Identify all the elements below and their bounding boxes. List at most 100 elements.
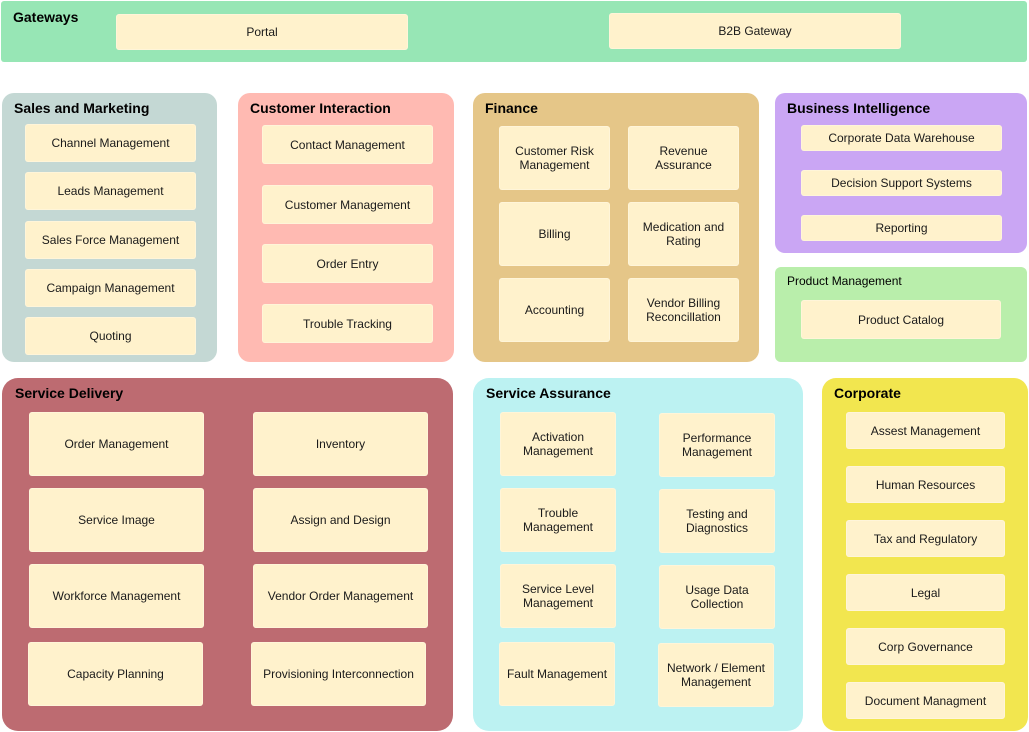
box-medication-and-rating[interactable]: Medication and Rating xyxy=(628,202,739,266)
box-label: Testing and Diagnostics xyxy=(685,507,749,535)
group-business-intelligence: Business Intelligence Corporate Data War… xyxy=(775,93,1027,253)
box-label: Activation Management xyxy=(522,430,594,458)
box-b2b-gateway[interactable]: B2B Gateway xyxy=(609,13,901,49)
group-service-delivery: Service Delivery Order Management Invent… xyxy=(2,378,453,731)
box-order-management[interactable]: Order Management xyxy=(29,412,204,476)
box-label: Service Level Management xyxy=(521,582,595,610)
group-title-service-assurance: Service Assurance xyxy=(486,385,611,401)
box-label: Capacity Planning xyxy=(67,667,164,681)
box-workforce-management[interactable]: Workforce Management xyxy=(29,564,204,628)
group-title-service-delivery: Service Delivery xyxy=(15,385,124,401)
box-contact-management[interactable]: Contact Management xyxy=(262,125,433,164)
box-label: Fault Management xyxy=(506,667,608,681)
box-label: Contact Management xyxy=(290,137,405,152)
box-label: Legal xyxy=(910,585,941,600)
group-sales-and-marketing: Sales and Marketing Channel Management L… xyxy=(2,93,217,362)
group-finance: Finance Customer Risk Management Revenue… xyxy=(473,93,759,362)
box-label: Product Catalog xyxy=(857,312,945,327)
box-label: Customer Management xyxy=(284,197,411,212)
box-document-managment[interactable]: Document Managment xyxy=(846,682,1005,719)
box-vendor-order-management[interactable]: Vendor Order Management xyxy=(253,564,428,628)
box-inventory[interactable]: Inventory xyxy=(253,412,428,476)
group-customer-interaction: Customer Interaction Contact Management … xyxy=(238,93,454,362)
box-campaign-management[interactable]: Campaign Management xyxy=(25,269,196,307)
box-label: Vendor Billing Reconcillation xyxy=(646,296,721,324)
box-order-entry[interactable]: Order Entry xyxy=(262,244,433,283)
box-product-catalog[interactable]: Product Catalog xyxy=(801,300,1001,339)
box-label: Assest Management xyxy=(870,423,981,438)
box-label: Tax and Regulatory xyxy=(873,531,978,546)
box-customer-management[interactable]: Customer Management xyxy=(262,185,433,224)
group-corporate: Corporate Assest Management Human Resour… xyxy=(822,378,1028,731)
box-corp-governance[interactable]: Corp Governance xyxy=(846,628,1005,665)
box-label: Trouble Management xyxy=(522,506,594,534)
box-provisioning-interconnection[interactable]: Provisioning Interconnection xyxy=(251,642,426,706)
box-human-resources[interactable]: Human Resources xyxy=(846,466,1005,503)
box-label: Medication and Rating xyxy=(642,220,725,248)
box-legal[interactable]: Legal xyxy=(846,574,1005,611)
box-fault-management[interactable]: Fault Management xyxy=(499,642,615,706)
box-label: Order Entry xyxy=(316,256,379,271)
box-decision-support-systems[interactable]: Decision Support Systems xyxy=(801,170,1002,196)
box-label: Usage Data Collection xyxy=(685,583,749,611)
box-label: Billing xyxy=(538,227,571,241)
group-title-product-management: Product Management xyxy=(787,274,902,288)
box-label: Vendor Order Management xyxy=(267,589,414,603)
box-assign-and-design[interactable]: Assign and Design xyxy=(253,488,428,552)
box-label: Leads Management xyxy=(57,184,164,198)
group-title-business-intelligence: Business Intelligence xyxy=(787,100,931,116)
box-corporate-data-warehouse[interactable]: Corporate Data Warehouse xyxy=(801,125,1002,151)
box-label: Decision Support Systems xyxy=(831,176,972,190)
box-label: Trouble Tracking xyxy=(303,316,392,331)
box-label: Provisioning Interconnection xyxy=(263,667,414,681)
box-label: Service Image xyxy=(78,513,155,527)
box-leads-management[interactable]: Leads Management xyxy=(25,172,196,210)
box-label: Sales Force Management xyxy=(41,233,180,247)
box-label: Accounting xyxy=(524,303,585,317)
box-label: Reporting xyxy=(875,221,928,235)
box-vendor-billing-reconcillation[interactable]: Vendor Billing Reconcillation xyxy=(628,278,739,342)
group-title-gateways: Gateways xyxy=(13,9,79,25)
box-label: Performance Management xyxy=(681,431,753,459)
box-label: Quoting xyxy=(89,329,132,343)
box-sales-force-management[interactable]: Sales Force Management xyxy=(25,221,196,259)
box-trouble-management[interactable]: Trouble Management xyxy=(500,488,616,552)
box-customer-risk-management[interactable]: Customer Risk Management xyxy=(499,126,610,190)
box-activation-management[interactable]: Activation Management xyxy=(500,412,616,476)
group-title-corporate: Corporate xyxy=(834,385,901,401)
box-label: B2B Gateway xyxy=(718,24,792,38)
box-assest-management[interactable]: Assest Management xyxy=(846,412,1005,449)
box-label: Network / Element Management xyxy=(666,661,766,689)
box-label: Campaign Management xyxy=(46,281,175,295)
box-tax-and-regulatory[interactable]: Tax and Regulatory xyxy=(846,520,1005,557)
box-network-element-management[interactable]: Network / Element Management xyxy=(658,643,774,707)
box-label: Corporate Data Warehouse xyxy=(828,131,975,145)
box-accounting[interactable]: Accounting xyxy=(499,278,610,342)
box-label: Order Management xyxy=(64,437,169,451)
box-billing[interactable]: Billing xyxy=(499,202,610,266)
box-trouble-tracking[interactable]: Trouble Tracking xyxy=(262,304,433,343)
box-portal[interactable]: Portal xyxy=(116,14,408,50)
box-service-level-management[interactable]: Service Level Management xyxy=(500,564,616,628)
box-reporting[interactable]: Reporting xyxy=(801,215,1002,241)
group-title-customer-interaction: Customer Interaction xyxy=(250,100,391,116)
box-label: Human Resources xyxy=(875,477,976,492)
box-label: Document Managment xyxy=(864,693,987,708)
box-label: Workforce Management xyxy=(52,589,181,603)
box-revenue-assurance[interactable]: Revenue Assurance xyxy=(628,126,739,190)
box-label: Customer Risk Management xyxy=(515,144,594,172)
box-testing-and-diagnostics[interactable]: Testing and Diagnostics xyxy=(659,489,775,553)
box-channel-management[interactable]: Channel Management xyxy=(25,124,196,162)
group-product-management: Product Management Product Catalog xyxy=(775,267,1027,362)
box-label: Channel Management xyxy=(51,136,170,150)
box-label: Revenue Assurance xyxy=(655,144,712,172)
group-service-assurance: Service Assurance Activation Management … xyxy=(473,378,803,731)
box-performance-management[interactable]: Performance Management xyxy=(659,413,775,477)
box-quoting[interactable]: Quoting xyxy=(25,317,196,355)
group-title-sales-and-marketing: Sales and Marketing xyxy=(14,100,150,116)
box-service-image[interactable]: Service Image xyxy=(29,488,204,552)
box-label: Assign and Design xyxy=(290,513,391,527)
box-capacity-planning[interactable]: Capacity Planning xyxy=(28,642,203,706)
group-title-finance: Finance xyxy=(485,100,538,116)
box-usage-data-collection[interactable]: Usage Data Collection xyxy=(659,565,775,629)
